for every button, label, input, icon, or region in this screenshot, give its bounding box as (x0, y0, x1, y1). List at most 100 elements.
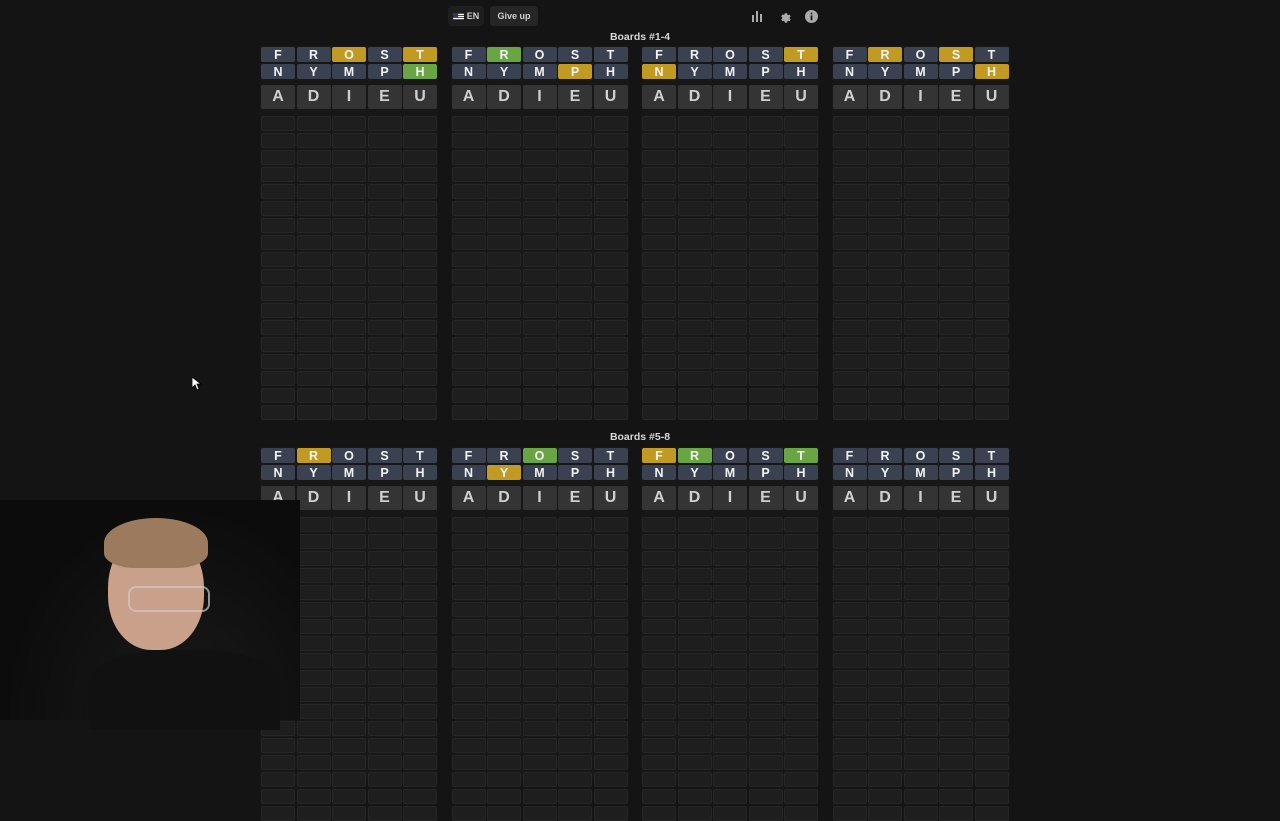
empty-tile (642, 789, 676, 804)
empty-tile (832, 534, 867, 549)
empty-tile (974, 337, 1009, 352)
empty-tile (522, 721, 557, 736)
settings-button[interactable] (773, 5, 795, 27)
guess-tile: E (748, 486, 783, 510)
empty-row (832, 218, 1009, 233)
letter-tile: F (261, 47, 295, 62)
empty-tile (974, 534, 1009, 549)
empty-tile (593, 150, 628, 165)
empty-tile (677, 252, 712, 267)
empty-tile (784, 568, 818, 583)
empty-tile (403, 218, 437, 233)
empty-tile (487, 388, 521, 403)
empty-tile (367, 806, 402, 821)
empty-tile (642, 167, 676, 182)
empty-tile (451, 184, 486, 199)
stats-button[interactable] (746, 5, 768, 27)
empty-tile (748, 670, 783, 685)
guess-tile: D (868, 85, 902, 109)
empty-tile (832, 269, 867, 284)
empty-tile (832, 405, 867, 420)
guess-tile: E (367, 486, 402, 510)
give-up-button[interactable]: Give up (490, 6, 538, 26)
letter-tile: N (642, 465, 676, 480)
letter-tile: P (367, 64, 402, 79)
empty-row (451, 388, 628, 403)
empty-tile (748, 772, 783, 787)
empty-tile (451, 653, 486, 668)
hint-row: NYMPH (261, 465, 437, 480)
letter-tile: N (832, 465, 867, 480)
empty-tile (403, 201, 437, 216)
empty-row (261, 405, 437, 420)
empty-tile (748, 252, 783, 267)
empty-tile (522, 534, 557, 549)
empty-tile (522, 619, 557, 634)
info-button[interactable] (800, 5, 822, 27)
empty-tile (296, 201, 331, 216)
empty-tile (748, 303, 783, 318)
empty-tile (903, 670, 938, 685)
empty-tile (487, 252, 521, 267)
empty-tile (903, 636, 938, 651)
empty-tile (451, 670, 486, 685)
empty-row (261, 235, 437, 250)
empty-tile (677, 116, 712, 131)
empty-tile (974, 184, 1009, 199)
empty-tile (832, 320, 867, 335)
empty-tile (522, 687, 557, 702)
empty-tile (868, 354, 902, 369)
section-title: Boards #5-8 (609, 431, 671, 443)
empty-tile (558, 218, 592, 233)
empty-tile (748, 806, 783, 821)
empty-tile (593, 517, 628, 532)
empty-row (451, 738, 628, 753)
empty-tile (522, 150, 557, 165)
empty-tile (558, 303, 592, 318)
empty-row (832, 303, 1009, 318)
empty-tile (522, 653, 557, 668)
letter-tile: O (332, 448, 366, 463)
empty-tile (332, 721, 366, 736)
empty-tile (974, 806, 1009, 821)
empty-tile (642, 218, 676, 233)
empty-tile (784, 585, 818, 600)
empty-row (832, 619, 1009, 634)
empty-tile (261, 806, 295, 821)
letter-tile: M (522, 64, 557, 79)
info-icon (804, 9, 818, 23)
empty-row (451, 235, 628, 250)
empty-tile (558, 806, 592, 821)
empty-tile (939, 806, 973, 821)
empty-tile (939, 721, 973, 736)
empty-tile (558, 755, 592, 770)
empty-tile (487, 184, 521, 199)
empty-tile (677, 602, 712, 617)
empty-tile (784, 371, 818, 386)
empty-row (451, 303, 628, 318)
empty-tile (522, 184, 557, 199)
empty-tile (868, 755, 902, 770)
empty-tile (642, 405, 676, 420)
empty-tile (974, 772, 1009, 787)
empty-tile (593, 585, 628, 600)
empty-tile (593, 218, 628, 233)
language-button[interactable]: EN (448, 6, 484, 26)
empty-row (832, 585, 1009, 600)
empty-tile (367, 755, 402, 770)
empty-row (642, 269, 818, 284)
empty-tile (487, 133, 521, 148)
empty-tile (903, 721, 938, 736)
empty-tile (903, 755, 938, 770)
empty-tile (367, 184, 402, 199)
empty-tile (832, 252, 867, 267)
empty-tile (677, 320, 712, 335)
empty-tile (261, 116, 295, 131)
empty-tile (677, 269, 712, 284)
empty-tile (296, 320, 331, 335)
empty-tile (296, 269, 331, 284)
current-guess-row: ADIEU (261, 85, 437, 109)
empty-tile (784, 320, 818, 335)
empty-tile (974, 388, 1009, 403)
empty-tile (939, 772, 973, 787)
